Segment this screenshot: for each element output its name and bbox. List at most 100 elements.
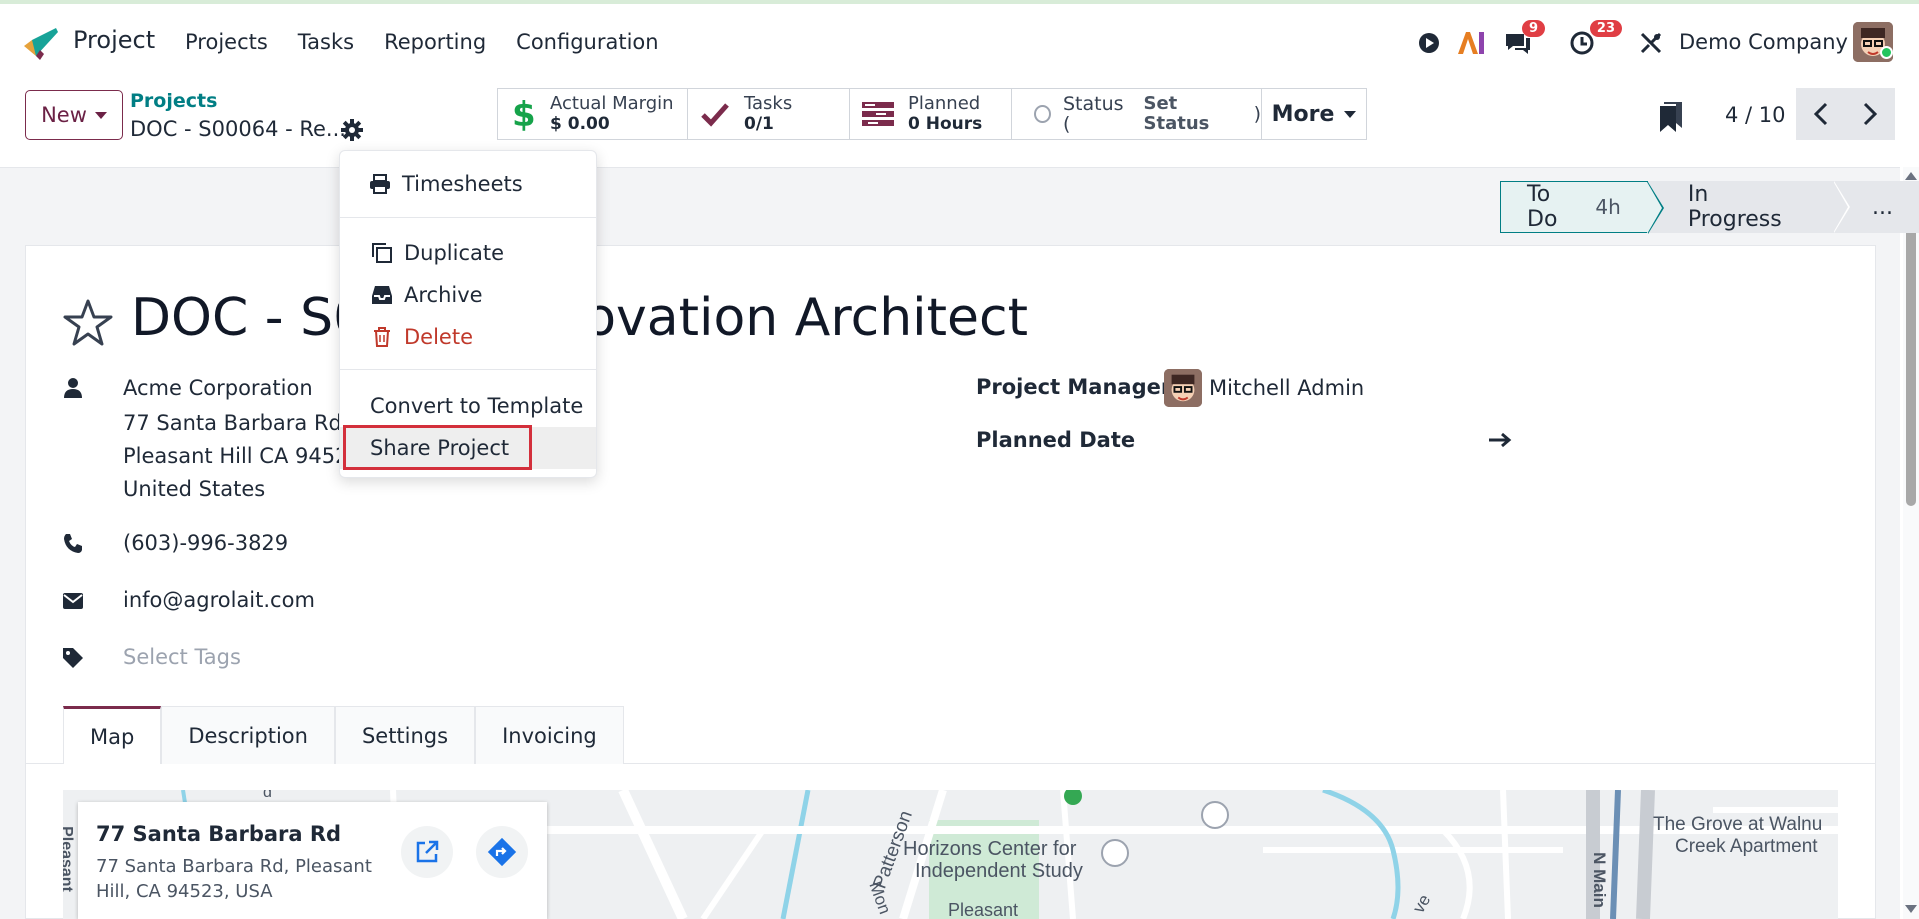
- directions-icon: [487, 837, 517, 867]
- main-navbar: Project Projects Tasks Reporting Configu…: [0, 4, 1919, 78]
- planned-hours-button[interactable]: Planned 0 Hours: [849, 88, 1012, 140]
- status-value: Set Status: [1143, 93, 1210, 134]
- menu-item-convert-template[interactable]: Convert to Template: [340, 385, 596, 427]
- menu-tasks[interactable]: Tasks: [298, 30, 354, 54]
- pager-next-button[interactable]: [1845, 88, 1895, 140]
- directions-button[interactable]: [476, 826, 528, 878]
- actual-margin-label: Actual Margin: [550, 93, 674, 114]
- stage-chevron-fill: [1646, 182, 1662, 234]
- menu-divider: [340, 369, 596, 370]
- tasks-button[interactable]: Tasks 0/1: [687, 88, 850, 140]
- menu-projects[interactable]: Projects: [185, 30, 268, 54]
- tab-invoicing[interactable]: Invoicing: [475, 706, 624, 764]
- project-title-right: ovation Architect: [584, 288, 1028, 348]
- actual-margin-value: $ 0.00: [550, 114, 610, 134]
- stage-statusbar: To Do 4h In Progress ...: [1500, 181, 1919, 234]
- planned-label: Planned: [908, 93, 981, 114]
- breadcrumb-projects[interactable]: Projects: [130, 90, 217, 112]
- planned-value: 0 Hours: [908, 114, 983, 134]
- customer-name[interactable]: Acme Corporation: [123, 376, 313, 400]
- gear-icon[interactable]: [340, 118, 364, 142]
- stage-more-label: ...: [1872, 194, 1893, 220]
- more-label: More: [1271, 101, 1335, 127]
- app-name[interactable]: Project: [73, 26, 155, 54]
- menu-reporting[interactable]: Reporting: [384, 30, 486, 54]
- map-label-d: d: [263, 790, 272, 801]
- menu-item-duplicate[interactable]: Duplicate: [340, 232, 596, 274]
- project-manager-label: Project Manager: [976, 375, 1172, 399]
- bookmark-icon[interactable]: [1660, 102, 1682, 132]
- menu-configuration[interactable]: Configuration: [516, 30, 658, 54]
- tab-map[interactable]: Map: [63, 706, 162, 764]
- chevron-left-icon: [1813, 102, 1828, 126]
- external-link-icon: [416, 840, 439, 863]
- status-circle-icon: [1034, 105, 1051, 123]
- ai-icon[interactable]: [1455, 28, 1487, 58]
- stage-chevron-fill: [1833, 181, 1849, 233]
- online-status-dot: [1880, 46, 1893, 59]
- archive-inbox-icon: [370, 283, 394, 307]
- map-label-horizons: Horizons Center for: [903, 838, 1077, 860]
- favorite-star-icon[interactable]: [63, 298, 113, 348]
- scroll-down-arrow-icon[interactable]: [1905, 905, 1917, 913]
- notebook-tabs: Map Description Settings Invoicing: [63, 706, 624, 764]
- status-suffix: ): [1253, 103, 1261, 125]
- open-in-maps-button[interactable]: [401, 826, 453, 878]
- status-prefix: Status (: [1062, 93, 1124, 135]
- menu-item-timesheets[interactable]: Timesheets: [340, 163, 596, 205]
- envelope-icon: [63, 593, 83, 609]
- project-title-left: DOC - S0: [131, 288, 367, 348]
- phone-icon: [64, 534, 82, 553]
- company-switcher[interactable]: Demo Company: [1679, 30, 1848, 54]
- project-manager-name[interactable]: Mitchell Admin: [1209, 376, 1364, 400]
- project-app-logo-icon[interactable]: [22, 26, 58, 62]
- messages-icon[interactable]: 9: [1503, 20, 1545, 58]
- tag-icon: [63, 648, 83, 668]
- play-icon[interactable]: [1416, 28, 1442, 58]
- planning-bars-icon: [862, 101, 894, 127]
- scroll-up-arrow-icon[interactable]: [1905, 172, 1917, 180]
- top-menu: Projects Tasks Reporting Configuration: [185, 30, 659, 54]
- phone-number[interactable]: (603)-996-3829: [123, 531, 288, 555]
- menu-item-timesheets-label: Timesheets: [402, 172, 523, 196]
- address-line-3: United States: [123, 477, 266, 501]
- stage-in-progress[interactable]: In Progress: [1647, 181, 1851, 233]
- pager-previous-button[interactable]: [1796, 88, 1846, 140]
- user-icon: [64, 378, 82, 398]
- tags-input[interactable]: Select Tags: [123, 645, 241, 669]
- status-button[interactable]: Status ( Set Status ): [1011, 88, 1262, 140]
- email-address[interactable]: info@agrolait.com: [123, 588, 315, 612]
- check-icon: [700, 101, 730, 127]
- menu-item-delete[interactable]: Delete: [340, 316, 596, 358]
- debug-tools-icon[interactable]: [1637, 28, 1665, 58]
- actual-margin-button[interactable]: $ Actual Margin $ 0.00: [497, 88, 688, 140]
- chevron-right-icon: [1863, 102, 1878, 126]
- map-label-independent: Independent Study: [915, 860, 1083, 882]
- breadcrumb-current: DOC - S00064 - Re...: [130, 117, 346, 141]
- planned-date-label: Planned Date: [976, 428, 1136, 452]
- tab-description[interactable]: Description: [161, 706, 335, 764]
- menu-item-archive[interactable]: Archive: [340, 274, 596, 316]
- map-card-title: 77 Santa Barbara Rd: [96, 822, 342, 846]
- stage-in-progress-label: In Progress: [1687, 182, 1782, 232]
- copy-icon: [370, 241, 394, 265]
- map-label-creek: Creek Apartment: [1675, 836, 1818, 857]
- activities-clock-icon[interactable]: 23: [1568, 20, 1622, 58]
- stage-todo[interactable]: To Do 4h: [1500, 181, 1664, 234]
- new-button[interactable]: New: [25, 90, 123, 140]
- project-manager-avatar: [1164, 369, 1202, 407]
- messages-badge: 9: [1521, 20, 1545, 37]
- activities-badge: 23: [1589, 20, 1622, 37]
- new-button-label: New: [41, 103, 87, 127]
- svg-text:$: $: [512, 96, 536, 132]
- caret-down-icon: [94, 111, 107, 119]
- stage-todo-label: To Do: [1527, 182, 1558, 232]
- menu-item-convert-label: Convert to Template: [370, 394, 584, 418]
- more-button[interactable]: More: [1261, 88, 1367, 140]
- stage-todo-hours: 4h: [1595, 195, 1621, 219]
- menu-item-duplicate-label: Duplicate: [404, 241, 505, 265]
- address-line-2: Pleasant Hill CA 94523: [123, 444, 362, 468]
- arrow-right-icon: [1489, 432, 1512, 448]
- pager-value[interactable]: 4 / 10: [1725, 103, 1786, 127]
- tab-settings[interactable]: Settings: [334, 706, 476, 764]
